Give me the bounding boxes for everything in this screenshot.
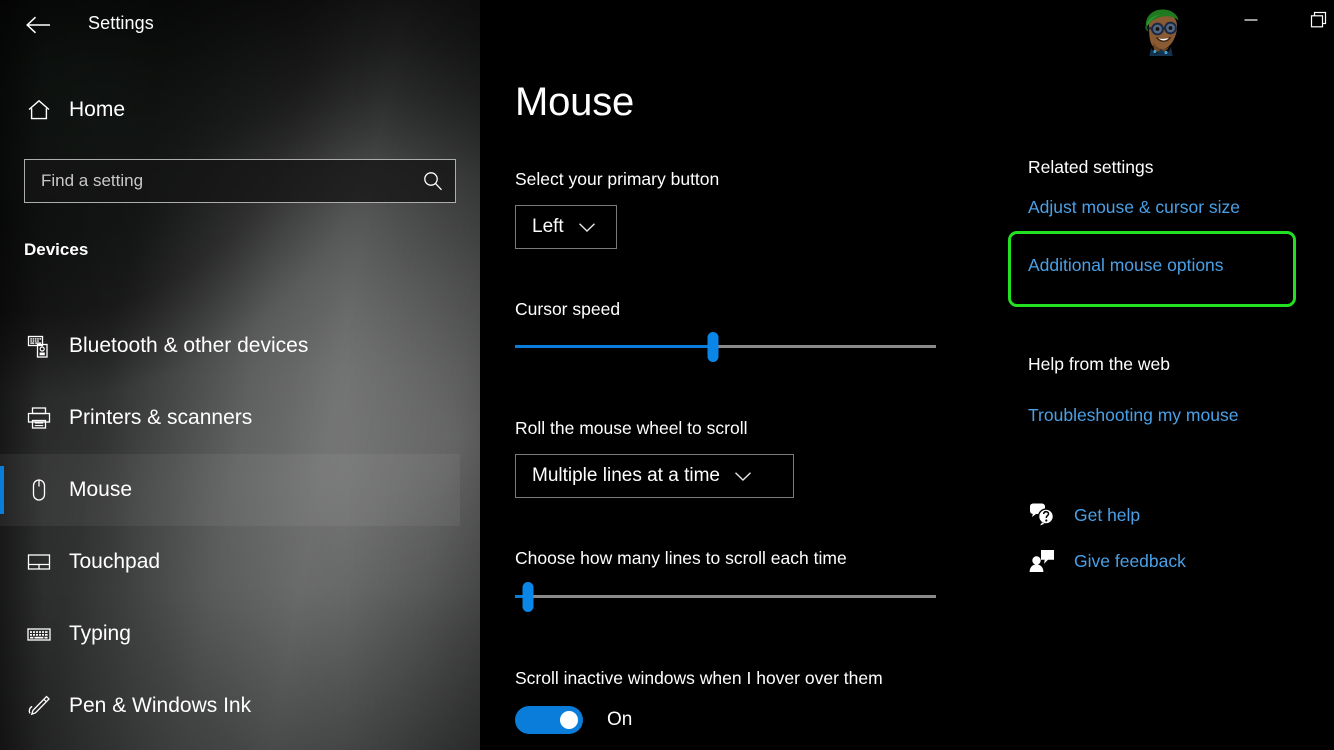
toggle-knob	[560, 711, 578, 729]
sidebar: Settings Home	[0, 0, 480, 750]
get-help-label: Get help	[1074, 505, 1140, 526]
search-input[interactable]	[25, 171, 411, 191]
mouse-icon	[24, 477, 54, 503]
sidebar-category-heading: Devices	[24, 240, 88, 260]
slider-thumb[interactable]	[707, 332, 718, 362]
sidebar-item-bluetooth-other-devices[interactable]: Bluetooth & other devices	[0, 310, 460, 382]
back-button[interactable]	[16, 5, 60, 45]
chevron-down-icon	[734, 471, 752, 482]
sidebar-item-label: Touchpad	[69, 550, 160, 574]
scroll-inactive-toggle-row: On	[515, 706, 632, 734]
search-icon[interactable]	[411, 160, 455, 202]
sidebar-item-home[interactable]: Home	[0, 88, 460, 132]
sidebar-item-label: Printers & scanners	[69, 406, 252, 430]
wheel-scroll-value: Multiple lines at a time	[532, 465, 720, 487]
app-title: Settings	[88, 13, 154, 34]
sidebar-item-pen-windows-ink[interactable]: Pen & Windows Ink	[0, 670, 460, 742]
sidebar-item-mouse[interactable]: Mouse	[0, 454, 460, 526]
selection-accent-bar	[0, 466, 4, 514]
back-arrow-icon	[25, 15, 51, 35]
help-from-web-heading: Help from the web	[1028, 354, 1170, 375]
search-box[interactable]	[24, 159, 456, 203]
cursor-speed-slider[interactable]	[515, 331, 936, 363]
wheel-scroll-dropdown[interactable]: Multiple lines at a time	[515, 454, 794, 498]
wheel-scroll-label: Roll the mouse wheel to scroll	[515, 418, 747, 439]
home-icon	[24, 98, 54, 122]
page-title: Mouse	[515, 80, 634, 125]
sidebar-item-home-label: Home	[69, 98, 125, 122]
sidebar-item-typing[interactable]: Typing	[0, 598, 460, 670]
bluetooth-devices-icon	[24, 333, 54, 359]
get-help-row[interactable]: Get help	[1027, 502, 1140, 528]
sidebar-item-label: Bluetooth & other devices	[69, 334, 308, 358]
give-feedback-row[interactable]: Give feedback	[1027, 548, 1186, 574]
slider-track	[515, 595, 936, 598]
related-settings-heading: Related settings	[1028, 157, 1154, 178]
sidebar-item-touchpad[interactable]: Touchpad	[0, 526, 460, 598]
chevron-down-icon	[578, 222, 596, 233]
link-troubleshooting-my-mouse[interactable]: Troubleshooting my mouse	[1028, 405, 1238, 426]
pen-icon	[24, 693, 54, 719]
question-bubble-icon	[1027, 502, 1057, 528]
sidebar-item-printers-scanners[interactable]: Printers & scanners	[0, 382, 460, 454]
sidebar-item-label: Mouse	[69, 478, 132, 502]
keyboard-icon	[24, 621, 54, 647]
scroll-inactive-state: On	[607, 709, 632, 731]
cursor-speed-label: Cursor speed	[515, 299, 620, 320]
printer-icon	[24, 405, 54, 431]
touchpad-icon	[24, 549, 54, 575]
feedback-person-icon	[1027, 548, 1057, 574]
related-settings-panel: Related settings Adjust mouse & cursor s…	[1028, 0, 1334, 750]
link-adjust-mouse-cursor-size[interactable]: Adjust mouse & cursor size	[1028, 197, 1240, 218]
sidebar-nav-list: Bluetooth & other devices Printers &	[0, 310, 460, 742]
give-feedback-label: Give feedback	[1074, 551, 1186, 572]
settings-window: Settings Home	[0, 0, 1334, 750]
lines-to-scroll-slider[interactable]	[515, 581, 936, 613]
link-additional-mouse-options[interactable]: Additional mouse options	[1028, 255, 1224, 276]
lines-to-scroll-label: Choose how many lines to scroll each tim…	[515, 548, 847, 569]
scroll-inactive-toggle[interactable]	[515, 706, 583, 734]
primary-button-label: Select your primary button	[515, 169, 719, 190]
slider-fill	[515, 345, 713, 348]
primary-button-dropdown[interactable]: Left	[515, 205, 617, 249]
primary-button-value: Left	[532, 216, 564, 238]
scroll-inactive-label: Scroll inactive windows when I hover ove…	[515, 668, 883, 689]
sidebar-item-label: Pen & Windows Ink	[69, 694, 251, 718]
sidebar-item-label: Typing	[69, 622, 131, 646]
slider-thumb[interactable]	[522, 582, 533, 612]
